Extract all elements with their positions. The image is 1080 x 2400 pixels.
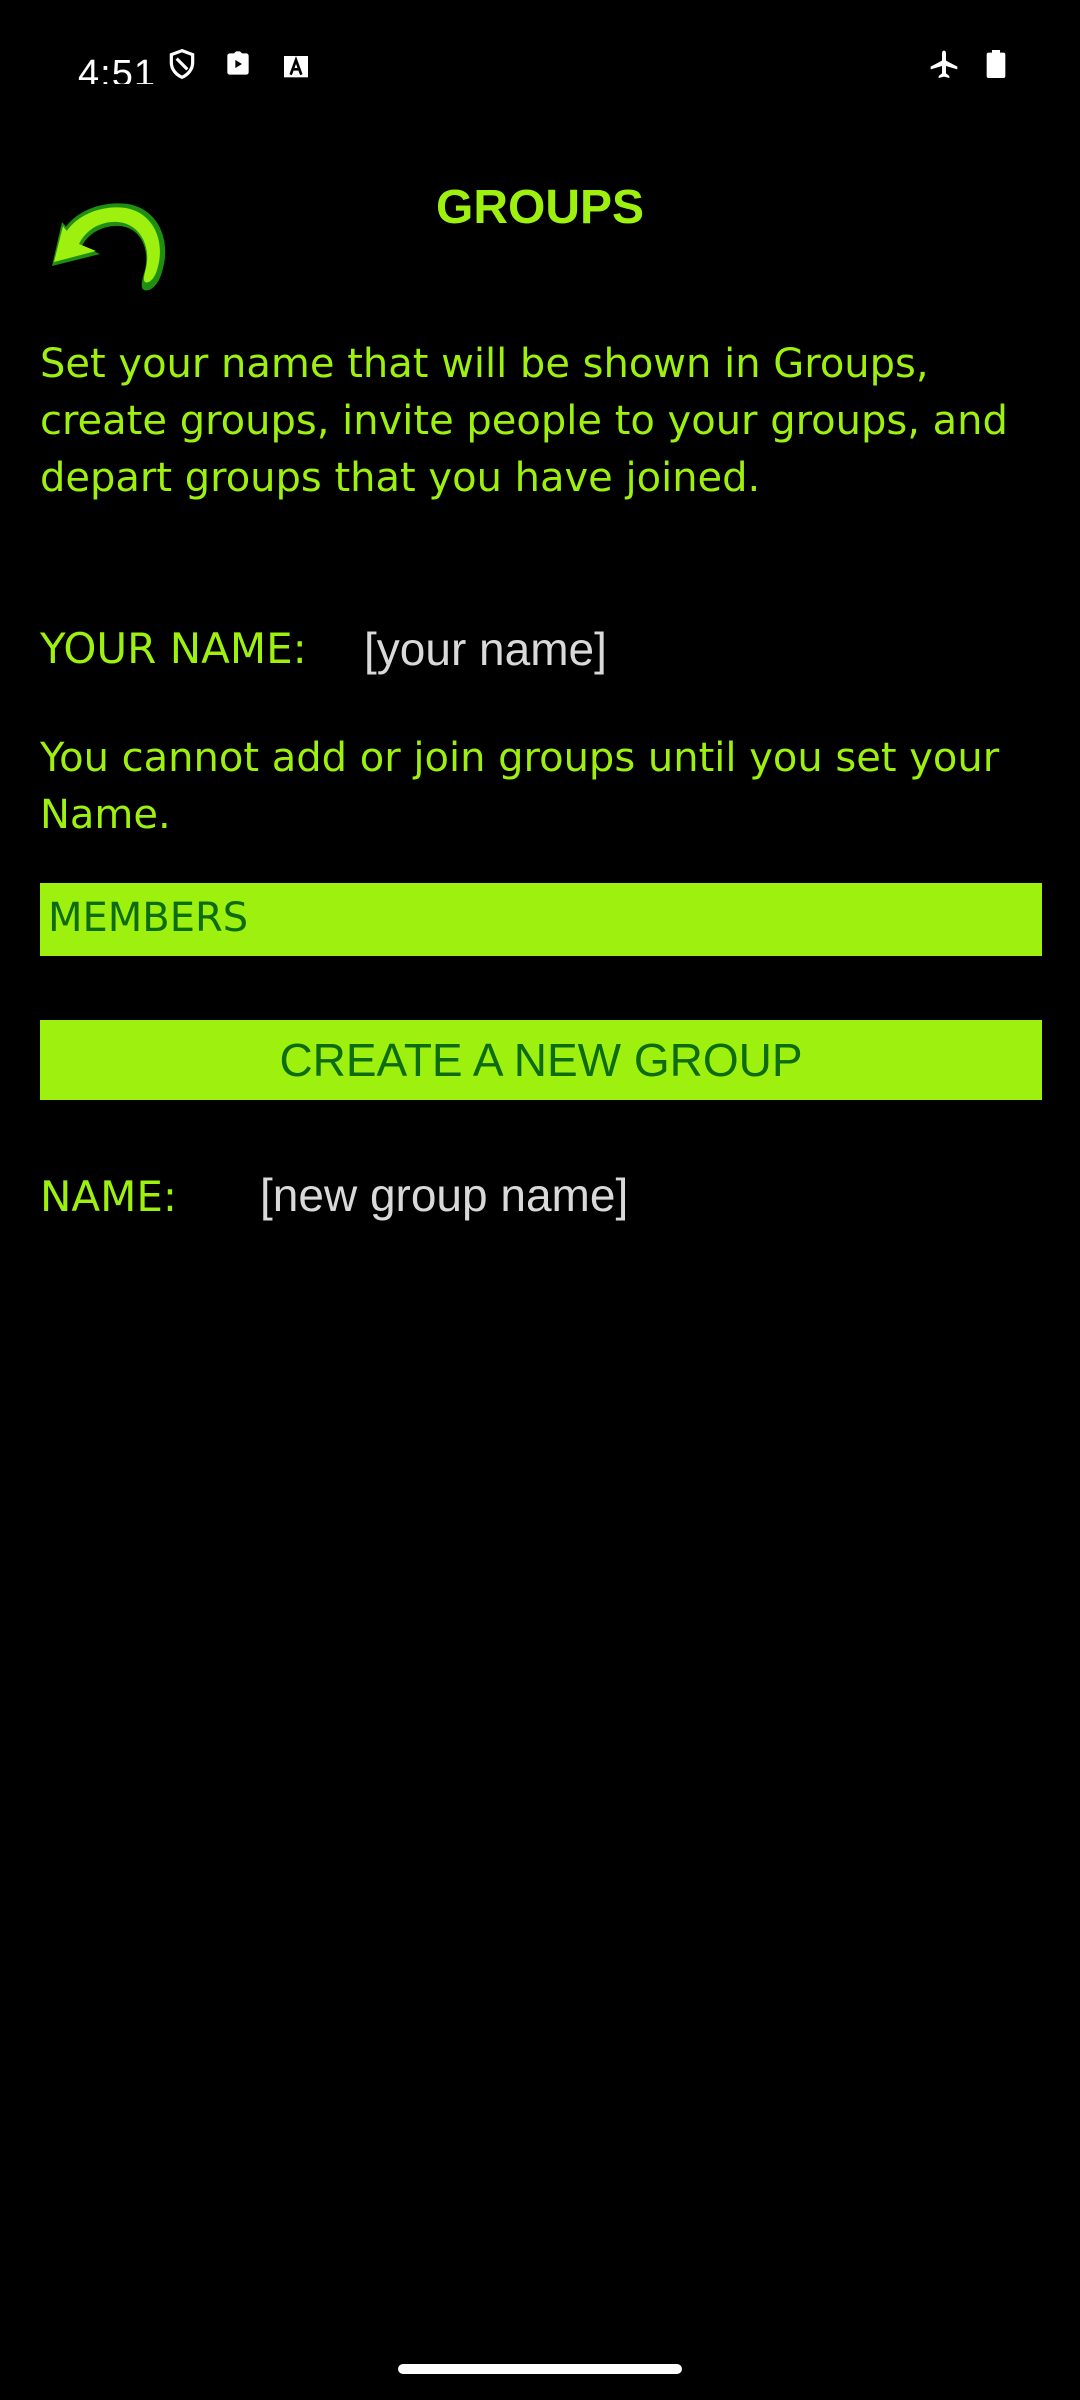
members-header: MEMBERS	[40, 883, 1042, 956]
page-title: GROUPS	[435, 181, 645, 234]
your-name-label: YOUR NAME:	[40, 624, 307, 673]
battery-icon	[980, 48, 1012, 80]
shield-icon	[166, 48, 198, 80]
new-group-name-input[interactable]	[260, 1160, 960, 1230]
play-store-icon	[222, 48, 254, 80]
airplane-icon	[928, 48, 960, 80]
new-group-name-row: NAME:	[40, 1160, 1040, 1232]
status-bar: 4:51	[0, 0, 1080, 110]
your-name-row: YOUR NAME:	[40, 614, 1040, 686]
font-a-icon	[280, 48, 312, 80]
name-warning-text: You cannot add or join groups until you …	[40, 735, 1000, 838]
new-group-name-label: NAME:	[40, 1172, 178, 1221]
status-time: 4:51	[78, 53, 156, 84]
home-indicator[interactable]	[398, 2364, 682, 2374]
members-label: MEMBERS	[48, 895, 249, 941]
your-name-input[interactable]	[364, 614, 1024, 684]
intro-text: Set your name that will be shown in Grou…	[40, 341, 1008, 501]
create-group-button[interactable]: CREATE A NEW GROUP	[40, 1020, 1042, 1100]
